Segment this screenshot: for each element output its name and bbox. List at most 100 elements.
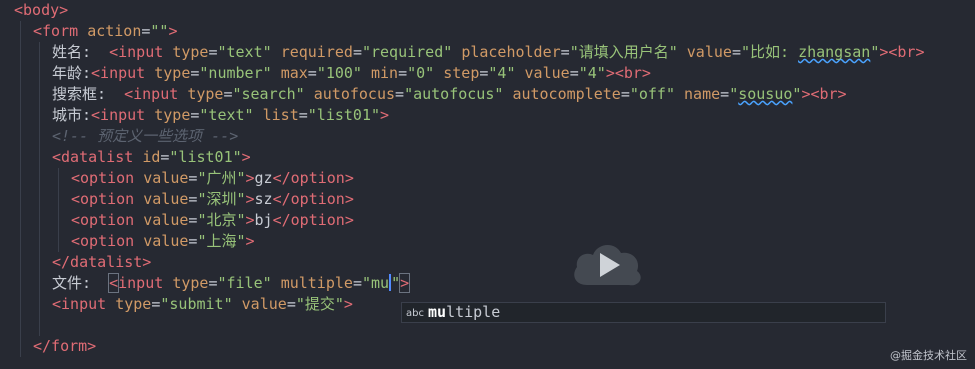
- code-token: "submit": [160, 295, 233, 313]
- code-token: >: [168, 22, 178, 40]
- code-token: name: [684, 85, 721, 103]
- code-token: </option>: [272, 190, 354, 208]
- code-token: sz: [254, 190, 273, 208]
- code-token: "4": [488, 64, 516, 82]
- code-token: "number": [199, 64, 272, 82]
- code-line[interactable]: </datalist>: [52, 252, 151, 273]
- code-line[interactable]: 姓名: <input type="text" required="require…: [52, 42, 925, 63]
- code-token: <datalist: [52, 148, 143, 166]
- code-token: ><br>: [605, 64, 651, 82]
- code-token: >: [245, 169, 255, 187]
- code-token: >: [241, 148, 251, 166]
- code-token: 年龄:: [52, 64, 92, 82]
- code-token: >: [245, 190, 255, 208]
- code-token: value: [524, 64, 570, 82]
- code-line[interactable]: <option value="深圳">sz</option>: [71, 189, 354, 210]
- code-token: "": [150, 22, 169, 40]
- code-token: "上海": [197, 232, 246, 250]
- code-token: autocomplete: [512, 85, 621, 103]
- code-token: type: [154, 64, 191, 82]
- autocomplete-suggestion[interactable]: multiple: [428, 303, 500, 322]
- code-line[interactable]: <body>: [14, 0, 68, 21]
- play-icon: [574, 244, 641, 286]
- watermark: @掘金技术社区: [890, 349, 967, 362]
- code-line[interactable]: <option value="北京">bj</option>: [71, 210, 354, 231]
- code-token: <body>: [14, 1, 69, 19]
- code-token: =: [731, 43, 741, 61]
- code-token: value: [143, 169, 189, 187]
- code-token: ><br>: [879, 43, 925, 61]
- code-token: bj: [254, 211, 273, 229]
- code-line[interactable]: 文件: <input type="file" multiple="mu ">: [52, 273, 411, 294]
- code-token: =: [720, 85, 730, 103]
- code-token: >: [245, 211, 255, 229]
- code-token: =: [560, 43, 570, 61]
- code-token: sousuo: [738, 85, 793, 103]
- code-line[interactable]: 搜索框: <input type="search" autofocus="aut…: [52, 84, 847, 105]
- code-token: type: [172, 274, 209, 292]
- code-token: "required": [361, 43, 453, 61]
- code-token: <!-- 预定义一些选项 -->: [52, 127, 239, 145]
- code-token: value: [143, 211, 189, 229]
- code-token: type: [115, 295, 152, 313]
- code-token: action: [87, 22, 142, 40]
- indent-guide: [39, 42, 40, 336]
- code-token: zhangsan: [798, 43, 871, 61]
- code-token: =: [620, 85, 630, 103]
- code-token: <: [108, 273, 120, 293]
- code-token: value: [686, 43, 732, 61]
- code-token: "请填入用户名": [569, 43, 678, 61]
- play-button[interactable]: [569, 235, 647, 295]
- code-line[interactable]: <!-- 预定义一些选项 -->: [52, 126, 238, 147]
- code-token: type: [172, 43, 209, 61]
- code-line[interactable]: 年龄:<input type="number" max="100" min="0…: [52, 63, 651, 84]
- code-token: "list01": [169, 148, 242, 166]
- code-token: "深圳": [197, 190, 246, 208]
- code-token: 搜索框:: [52, 85, 125, 103]
- suggestion-match: mu: [428, 303, 447, 321]
- code-line[interactable]: <input type="submit" value="提交">: [52, 294, 353, 315]
- code-token: min: [371, 64, 399, 82]
- code-token: <option: [71, 232, 144, 250]
- code-line[interactable]: <datalist id="list01">: [52, 147, 251, 168]
- code-line[interactable]: <form action="">: [33, 21, 178, 42]
- code-token: max: [280, 64, 308, 82]
- indent-guide: [58, 168, 59, 252]
- code-token: =: [569, 64, 579, 82]
- code-token: </form>: [33, 337, 97, 355]
- code-token: </datalist>: [52, 253, 152, 271]
- autocomplete-popup[interactable]: abc multiple: [401, 302, 886, 323]
- code-token: placeholder: [461, 43, 561, 61]
- code-line[interactable]: 城市:<input type="text" list="list01">: [52, 105, 389, 126]
- code-token: "100": [316, 64, 362, 82]
- code-token: gz: [254, 169, 273, 187]
- suggestion-rest: ltiple: [446, 303, 501, 321]
- code-token: <form: [33, 22, 88, 40]
- indent-guide: [20, 21, 21, 357]
- code-line[interactable]: <option value="上海">: [71, 231, 255, 252]
- code-line[interactable]: </form>: [33, 336, 96, 357]
- code-token: 城市:: [52, 106, 92, 124]
- code-token: =: [352, 43, 362, 61]
- code-token: "比如:: [740, 43, 799, 61]
- code-token: "text": [199, 106, 254, 124]
- code-token: ": [870, 43, 880, 61]
- code-token: ><br>: [801, 85, 847, 103]
- code-token: <input: [91, 106, 155, 124]
- code-token: ": [729, 85, 739, 103]
- code-line[interactable]: <option value="广州">gz</option>: [71, 168, 354, 189]
- code-token: "北京": [197, 211, 246, 229]
- code-token: <option: [71, 211, 144, 229]
- code-token: type: [187, 85, 224, 103]
- code-token: =: [398, 64, 408, 82]
- code-token: </option>: [272, 211, 354, 229]
- code-token: step: [443, 64, 480, 82]
- code-token: 文件:: [52, 274, 110, 292]
